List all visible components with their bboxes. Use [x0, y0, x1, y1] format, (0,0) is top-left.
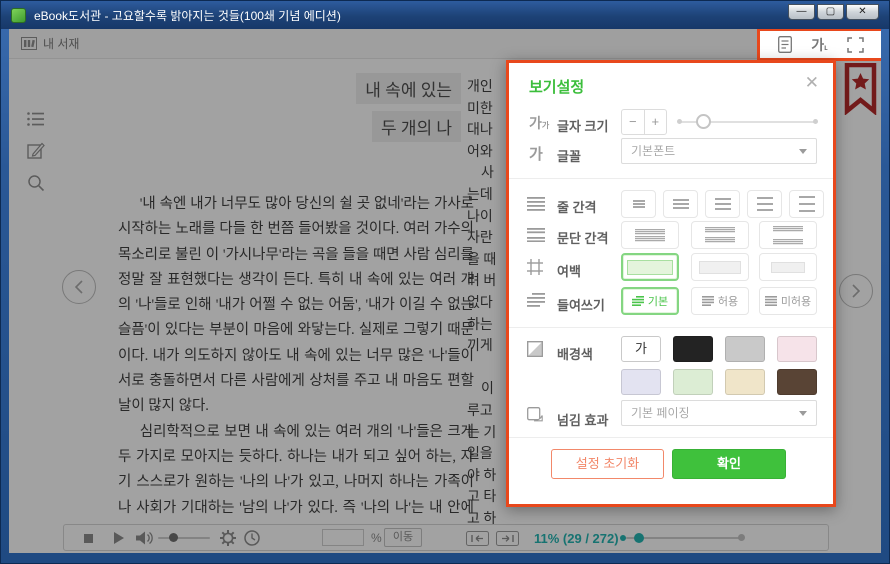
- reader-content: 내 서재 내 속에 있는 두 개의 나 '내 속엔 내가: [9, 29, 881, 553]
- line-spacing-option-2[interactable]: [663, 190, 698, 218]
- page-turn-effect-select[interactable]: 기본 페이징: [621, 400, 817, 426]
- font-size-increase-button[interactable]: +: [645, 110, 667, 134]
- indent-label: 들여쓰기: [557, 295, 605, 314]
- paragraph-spacing-label: 문단 간격: [557, 228, 608, 247]
- bg-swatch-white[interactable]: 가: [621, 336, 661, 362]
- view-settings-panel: 보기설정 ✕ 가가 글자 크기 − + 가 글꼴 기본폰트 줄 간격: [506, 60, 836, 507]
- margin-icon: [527, 259, 543, 275]
- paragraph-spacing-icon: [527, 228, 545, 242]
- indent-allow-icon: [702, 296, 714, 306]
- margin-option-3[interactable]: [759, 253, 817, 281]
- bg-swatch-lavender[interactable]: [621, 369, 661, 395]
- page-turn-effect-value: 기본 페이징: [631, 406, 690, 420]
- view-tools-highlight-box: 가ʟ: [757, 29, 881, 61]
- font-size-label: 글자 크기: [557, 116, 608, 135]
- page-turn-effect-icon: [527, 407, 543, 422]
- margin-label: 여백: [557, 261, 581, 280]
- bg-swatch-gray[interactable]: [725, 336, 765, 362]
- divider: [509, 178, 833, 179]
- font-icon: 가: [529, 143, 543, 164]
- indent-default-icon: [632, 296, 644, 306]
- fullscreen-icon[interactable]: [847, 37, 864, 53]
- indent-option-label: 허용: [718, 293, 738, 309]
- bg-swatch-brown[interactable]: [777, 369, 817, 395]
- line-spacing-option-4[interactable]: [747, 190, 782, 218]
- panel-title: 보기설정: [529, 76, 584, 97]
- indent-disallow-icon: [765, 296, 777, 306]
- font-size-decrease-button[interactable]: −: [622, 110, 645, 134]
- page-turn-effect-label: 넘김 효과: [557, 410, 608, 429]
- indent-option-label: 미허용: [781, 293, 811, 309]
- margin-option-1-selected[interactable]: [621, 253, 679, 281]
- font-label: 글꼴: [557, 146, 581, 165]
- paragraph-spacing-option-3[interactable]: [759, 221, 817, 249]
- bg-swatch-pink[interactable]: [777, 336, 817, 362]
- line-spacing-label: 줄 간격: [557, 197, 597, 216]
- reset-settings-button[interactable]: 설정 초기화: [551, 449, 664, 479]
- line-spacing-icon: [527, 197, 545, 211]
- bg-swatch-cream[interactable]: [725, 369, 765, 395]
- font-size-slider-max-dot: [813, 119, 818, 124]
- background-color-label: 배경색: [557, 344, 593, 363]
- indent-option-allow[interactable]: 허용: [691, 287, 749, 315]
- bg-swatch-green[interactable]: [673, 369, 713, 395]
- font-select[interactable]: 기본폰트: [621, 138, 817, 164]
- font-size-slider-min-dot: [677, 119, 682, 124]
- maximize-button[interactable]: ▢: [817, 4, 844, 20]
- confirm-button[interactable]: 확인: [672, 449, 786, 479]
- divider: [509, 437, 833, 438]
- indent-option-default[interactable]: 기본: [621, 287, 679, 315]
- margin-option-2[interactable]: [691, 253, 749, 281]
- font-select-value: 기본폰트: [631, 144, 675, 158]
- minimize-button[interactable]: —: [788, 4, 815, 20]
- line-spacing-option-5[interactable]: [789, 190, 824, 218]
- font-size-slider-handle[interactable]: [696, 114, 711, 129]
- view-settings-icon[interactable]: 가ʟ: [811, 35, 828, 55]
- book-info-icon[interactable]: [778, 36, 792, 53]
- background-color-icon: [527, 341, 543, 357]
- font-size-icon: 가가: [529, 113, 549, 133]
- indent-option-disallow[interactable]: 미허용: [759, 287, 817, 315]
- window-titlebar: eBook도서관 - 고요할수록 밝아지는 것들(100쇄 기념 에디션) — …: [1, 1, 889, 29]
- indent-icon: [527, 293, 545, 307]
- paragraph-spacing-option-2[interactable]: [691, 221, 749, 249]
- line-spacing-option-1[interactable]: [621, 190, 656, 218]
- font-size-stepper: − +: [621, 109, 667, 135]
- window-title: eBook도서관 - 고요할수록 밝아지는 것들(100쇄 기념 에디션): [34, 7, 341, 24]
- paragraph-spacing-option-1[interactable]: [621, 221, 679, 249]
- divider: [509, 327, 833, 328]
- close-window-button[interactable]: ✕: [846, 4, 879, 20]
- app-logo-icon: [11, 8, 26, 23]
- indent-option-label: 기본: [648, 293, 668, 309]
- close-panel-icon[interactable]: ✕: [805, 73, 819, 93]
- bg-swatch-dark[interactable]: [673, 336, 713, 362]
- line-spacing-option-3[interactable]: [705, 190, 740, 218]
- app-window: eBook도서관 - 고요할수록 밝아지는 것들(100쇄 기념 에디션) — …: [0, 0, 890, 564]
